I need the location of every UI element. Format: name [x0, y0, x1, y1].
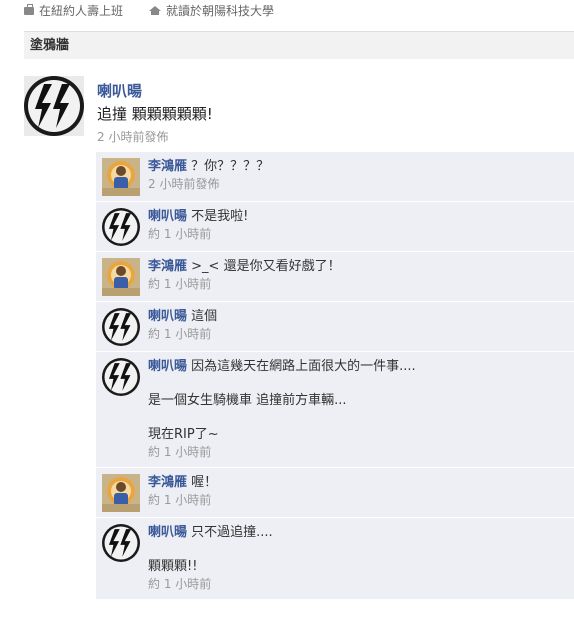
avatar[interactable] — [102, 158, 140, 196]
ss-logo-icon — [102, 208, 140, 246]
comment-item: 喇叭暘 只不過追撞.... 顆顆顆!! 約 1 小時前 — [96, 518, 574, 600]
school-icon — [149, 5, 162, 15]
ss-logo-icon — [102, 524, 140, 562]
avatar[interactable] — [24, 76, 84, 136]
comment-timestamp[interactable]: 約 1 小時前 — [148, 576, 566, 593]
comment-text: 是一個女生騎機車 追撞前方車輛... — [148, 393, 347, 408]
profile-photo-icon — [102, 158, 140, 196]
comment-blank-line — [148, 541, 566, 558]
comment-text: ？你？？？？ — [191, 159, 270, 174]
comment-text: 這個 — [191, 309, 218, 324]
wall-header: 塗鴉牆 — [24, 31, 574, 59]
comment-text: 因為這幾天在網路上面很大的一件事.... — [191, 359, 416, 374]
comment-author-link[interactable]: 喇叭暘 — [148, 359, 187, 374]
briefcase-icon — [24, 4, 34, 15]
comment-text: 顆顆顆!! — [148, 559, 198, 574]
comment-item: 李鴻雁 >_< 還是你又看好戲了！ 約 1 小時前 — [96, 252, 574, 302]
ss-logo-icon — [102, 308, 140, 346]
comment-blank-line — [148, 375, 566, 392]
ss-logo-icon — [24, 76, 84, 136]
comment-text: 不是我啦! — [191, 209, 249, 224]
comment-item: 喇叭暘 這個約 1 小時前 — [96, 302, 574, 352]
comment-timestamp[interactable]: 約 1 小時前 — [148, 276, 566, 293]
comment-timestamp[interactable]: 2 小時前發佈 — [148, 176, 566, 193]
school-info: 就讀於朝陽科技大學 — [166, 3, 275, 18]
avatar[interactable] — [102, 474, 140, 512]
comment-author-link[interactable]: 喇叭暘 — [148, 209, 187, 224]
comment-timestamp[interactable]: 約 1 小時前 — [148, 226, 566, 243]
post-timestamp[interactable]: 2 小時前發佈 — [97, 128, 168, 145]
comment-text: >_< 還是你又看好戲了！ — [191, 259, 341, 274]
avatar[interactable] — [102, 258, 140, 296]
post-text: 追撞 顆顆顆顆顆! — [97, 105, 213, 123]
comment-author-link[interactable]: 李鴻雁 — [148, 259, 187, 274]
comment-timestamp[interactable]: 約 1 小時前 — [148, 444, 566, 461]
profile-photo-icon — [102, 258, 140, 296]
comment-author-link[interactable]: 喇叭暘 — [148, 309, 187, 324]
work-info: 在紐約人壽上班 — [39, 3, 124, 18]
comment-item: 喇叭暘 不是我啦! 約 1 小時前 — [96, 202, 574, 252]
comment-text: 喔！ — [191, 475, 218, 490]
wall-title: 塗鴉牆 — [30, 38, 70, 53]
comment-item: 喇叭暘 因為這幾天在網路上面很大的一件事.... 是一個女生騎機車 追撞前方車輛.… — [96, 352, 574, 468]
ss-logo-icon — [102, 358, 140, 396]
post-author-link[interactable]: 喇叭暘 — [97, 80, 142, 101]
comment-text: 現在RIP了~ — [148, 427, 219, 442]
avatar[interactable] — [102, 358, 140, 396]
comment-item: 李鴻雁 ？你？？？？ 2 小時前發佈 — [96, 152, 574, 202]
comment-text: 只不過追撞.... — [191, 525, 273, 540]
comment-author-link[interactable]: 喇叭暘 — [148, 525, 187, 540]
avatar[interactable] — [102, 208, 140, 246]
comment-author-link[interactable]: 李鴻雁 — [148, 475, 187, 490]
avatar[interactable] — [102, 524, 140, 562]
profile-photo-icon — [102, 474, 140, 512]
comment-blank-line — [148, 409, 566, 426]
avatar[interactable] — [102, 308, 140, 346]
comment-author-link[interactable]: 李鴻雁 — [148, 159, 187, 174]
comment-timestamp[interactable]: 約 1 小時前 — [148, 326, 566, 343]
comment-item: 李鴻雁 喔！ 約 1 小時前 — [96, 468, 574, 518]
profile-info-bar: 在紐約人壽上班 就讀於朝陽科技大學 — [24, 2, 274, 18]
comment-timestamp[interactable]: 約 1 小時前 — [148, 492, 566, 509]
comment-list: 李鴻雁 ？你？？？？ 2 小時前發佈 喇叭暘 不是我啦! 約 1 小時前 李鴻雁 >_<… — [96, 152, 574, 600]
